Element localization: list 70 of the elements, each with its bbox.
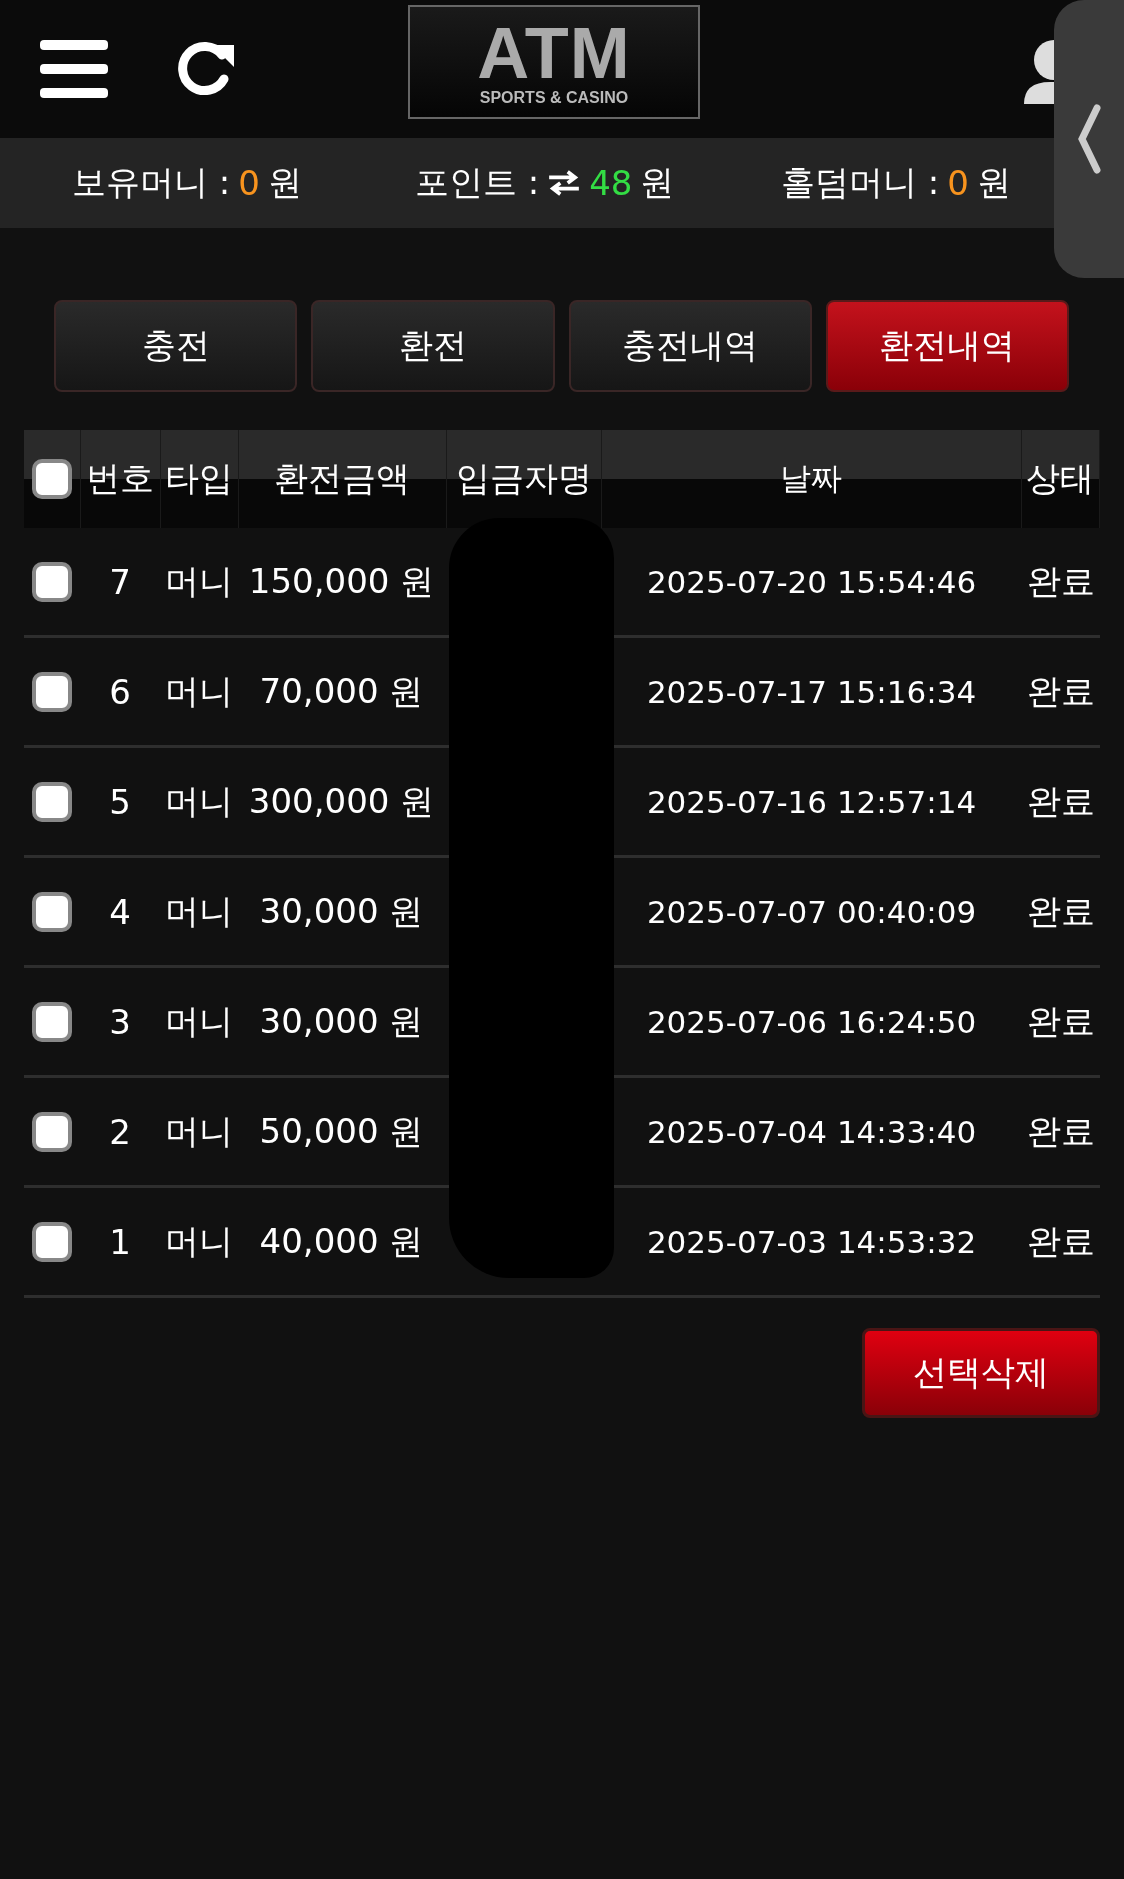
tab[interactable]: 충전 — [54, 300, 298, 392]
logo-title: ATM — [477, 17, 631, 89]
table-cell-text: 머니 — [164, 1109, 233, 1153]
balance-label: 보유머니 : — [72, 161, 231, 204]
table-cell: 1 — [109, 1221, 131, 1262]
table-cell-text: 150,000 원 — [248, 559, 435, 603]
table-cell: 2025-07-20 15:54:46 — [646, 563, 977, 600]
table-cell-text: 머니 — [164, 559, 233, 603]
table-cell-text: 완료 — [1027, 1219, 1095, 1263]
table-cell-text: 머니 — [164, 1219, 233, 1263]
chevron-left-icon — [1077, 104, 1101, 174]
logo[interactable]: ATM SPORTS & CASINO — [408, 5, 700, 119]
table-cell: 2 — [109, 1111, 131, 1152]
table-cell-text: 머니 — [164, 999, 233, 1043]
table-cell-text: 완료 — [1027, 779, 1095, 823]
tab[interactable]: 환전내역 — [825, 300, 1069, 392]
row-checkbox[interactable] — [32, 1001, 72, 1042]
table-cell: 2025-07-16 12:57:14 — [646, 783, 977, 820]
select-all-checkbox[interactable] — [31, 459, 72, 499]
balance-label: 홀덤머니 : — [781, 161, 940, 204]
balance-value: 0 — [947, 163, 969, 203]
table-cell-text: 30,000 원 — [259, 889, 424, 933]
table-cell: 3 — [109, 1001, 131, 1042]
column-header: 입금자명 — [456, 457, 593, 500]
table-cell-text: 머니 — [164, 889, 233, 933]
table-cell: 2025-07-03 14:53:32 — [646, 1223, 977, 1260]
column-header: 환전금액 — [274, 457, 411, 500]
table-cell-text: 300,000 원 — [248, 779, 435, 823]
currency-unit: 원 — [640, 161, 675, 204]
table-cell-text: 완료 — [1027, 1109, 1095, 1153]
table-cell-text: 50,000 원 — [259, 1109, 424, 1153]
column-header: 날짜 — [780, 459, 843, 498]
table-cell-text: 완료 — [1027, 999, 1095, 1043]
column-header: 타입 — [165, 457, 234, 500]
row-checkbox[interactable] — [32, 1111, 72, 1152]
row-checkbox[interactable] — [32, 671, 72, 712]
table-cell-text: 머니 — [164, 779, 233, 823]
table-cell: 2025-07-17 15:16:34 — [646, 673, 977, 710]
row-checkbox[interactable] — [32, 781, 72, 822]
delete-selected-button[interactable]: 선택삭제 — [862, 1328, 1100, 1418]
column-header: 번호 — [86, 457, 155, 500]
table-cell-text: 완료 — [1027, 559, 1095, 603]
table-cell: 2025-07-04 14:33:40 — [646, 1113, 977, 1150]
side-panel-handle[interactable] — [1054, 0, 1124, 278]
table-cell-text: 머니 — [164, 669, 233, 713]
table-cell: 2025-07-06 16:24:50 — [646, 1003, 977, 1040]
column-header: 상태 — [1026, 457, 1095, 500]
row-checkbox[interactable] — [32, 891, 72, 932]
table-cell-text: 완료 — [1027, 669, 1095, 713]
menu-icon[interactable] — [40, 40, 108, 98]
currency-unit: 원 — [976, 161, 1011, 204]
table-cell: 5 — [109, 781, 131, 822]
balance-label: 포인트 : — [414, 161, 540, 204]
tab[interactable]: 충전내역 — [568, 300, 812, 392]
table-cell: 4 — [109, 891, 131, 932]
balance-value: 48 — [589, 163, 633, 203]
tab[interactable]: 환전 — [311, 300, 555, 392]
table-cell-text: 40,000 원 — [259, 1219, 424, 1263]
table-cell-text: 30,000 원 — [259, 999, 424, 1043]
logo-subtitle: SPORTS & CASINO — [479, 89, 629, 107]
row-checkbox[interactable] — [32, 561, 72, 602]
table-cell: 2025-07-07 00:40:09 — [646, 893, 977, 930]
table-cell-text: 70,000 원 — [259, 669, 424, 713]
row-checkbox[interactable] — [32, 1221, 72, 1262]
balance-value: 0 — [238, 163, 260, 203]
currency-unit: 원 — [267, 161, 302, 204]
table-cell: 6 — [109, 671, 131, 712]
table-cell: 7 — [109, 561, 131, 602]
exchange-icon[interactable] — [547, 170, 582, 196]
table-cell-text: 완료 — [1027, 889, 1095, 933]
